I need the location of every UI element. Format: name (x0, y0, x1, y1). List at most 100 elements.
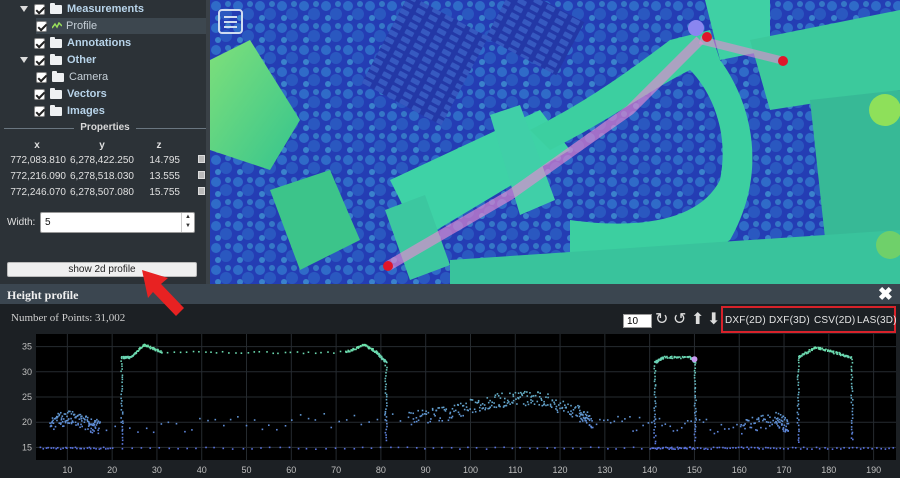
profile-point (768, 425, 771, 427)
profile-point (87, 421, 90, 423)
profile-point (140, 447, 143, 449)
profile-point (676, 446, 679, 449)
expand-arrow-icon[interactable] (20, 6, 28, 12)
profile-point (796, 376, 799, 378)
profile-point (266, 351, 268, 353)
profile-point-marker[interactable] (688, 20, 704, 36)
tree-item-profile[interactable]: Profile (36, 18, 206, 34)
profile-point-marker[interactable] (778, 56, 788, 66)
point-cloud-view[interactable] (210, 0, 900, 284)
profile-point (694, 364, 696, 366)
profile-point (442, 406, 445, 409)
profile-point (70, 413, 73, 415)
profile-point (485, 448, 488, 450)
profile-point (62, 447, 64, 450)
profile-point (696, 447, 699, 449)
export-las-3d-button[interactable]: LAS(3D) (857, 315, 897, 326)
profile-point (828, 350, 831, 352)
profile-point-marker[interactable] (702, 32, 712, 42)
profile-point (570, 410, 572, 412)
move-down-icon[interactable]: ⬇ (707, 311, 720, 329)
profile-point (506, 399, 509, 402)
lod-input[interactable] (623, 314, 652, 328)
tree-item-vectors[interactable]: Vectors (20, 86, 206, 102)
profile-point (297, 447, 300, 450)
close-icon[interactable]: ✖ (878, 284, 893, 304)
profile-point (797, 368, 800, 371)
profile-point (794, 447, 797, 449)
rotate-ccw-icon[interactable]: ↺ (673, 311, 686, 329)
profile-point (850, 422, 853, 424)
profile-point (599, 418, 601, 421)
profile-point (89, 447, 92, 450)
profile-point-marker[interactable] (383, 261, 393, 271)
profile-point (284, 424, 287, 427)
profile-point (56, 446, 59, 449)
profile-point (579, 447, 582, 450)
profile-point (457, 411, 460, 414)
profile-point (121, 374, 124, 377)
visibility-checkbox[interactable] (34, 54, 45, 66)
tree-item-camera[interactable]: Camera (36, 69, 206, 85)
width-input[interactable] (40, 212, 195, 233)
export-csv-2d-button[interactable]: CSV(2D) (814, 315, 855, 326)
rotate-cw-icon[interactable]: ↻ (655, 311, 668, 329)
copy-icon[interactable] (197, 186, 205, 195)
panel-header: Height profile ✖ (0, 284, 900, 304)
profile-point (756, 418, 758, 421)
profile-point (629, 416, 631, 418)
profile-point (66, 411, 69, 414)
profile-point (245, 424, 248, 427)
menu-button[interactable] (218, 9, 243, 34)
profile-point (477, 401, 480, 404)
profile-marker-point[interactable] (691, 356, 698, 363)
tree-item-other[interactable]: Other (20, 52, 206, 68)
profile-point (88, 424, 91, 426)
profile-point (177, 447, 179, 450)
profile-point (99, 447, 102, 450)
visibility-checkbox[interactable] (34, 105, 45, 117)
profile-point (562, 400, 565, 403)
profile-point (654, 405, 657, 408)
visibility-checkbox[interactable] (34, 88, 45, 100)
profile-point (68, 422, 71, 424)
copy-icon[interactable] (197, 154, 205, 163)
profile-point (850, 378, 853, 381)
profile-point (494, 446, 497, 449)
profile-point (533, 403, 536, 405)
profile-point (80, 447, 83, 450)
tree-item-images[interactable]: Images (20, 103, 206, 119)
profile-point (694, 430, 697, 433)
visibility-checkbox[interactable] (34, 3, 45, 15)
profile-point (665, 446, 667, 449)
export-dxf-2d-button[interactable]: DXF(2D) (725, 315, 766, 326)
visibility-checkbox[interactable] (36, 20, 47, 32)
tree-item-measurements[interactable]: Measurements (20, 1, 206, 17)
visibility-checkbox[interactable] (34, 37, 45, 49)
profile-point (522, 392, 525, 394)
profile-point (451, 407, 454, 410)
profile-point (72, 421, 74, 424)
profile-point (809, 350, 811, 353)
visibility-checkbox[interactable] (36, 71, 47, 83)
profile-point (776, 417, 779, 419)
profile-point (222, 447, 225, 450)
tree-item-annotations[interactable]: Annotations (20, 35, 206, 51)
profile-point (121, 381, 123, 384)
width-spinner[interactable]: ▲ ▼ (181, 213, 194, 232)
profile-point (503, 405, 506, 407)
expand-arrow-icon[interactable] (20, 57, 28, 63)
x-tick-label: 110 (508, 465, 522, 475)
profile-point (654, 370, 657, 372)
profile-point (58, 413, 61, 416)
profile-point (751, 416, 754, 419)
move-up-icon[interactable]: ⬆ (691, 311, 704, 329)
profile-point (93, 447, 95, 449)
copy-icon[interactable] (197, 170, 205, 179)
profile-point (590, 417, 592, 420)
profile-point (653, 367, 656, 370)
profile-point (408, 411, 410, 414)
height-profile-chart[interactable]: 15 20 25 30 35 10 20 30 40 50 60 70 80 90 100 110 120 130… (0, 334, 900, 478)
export-dxf-3d-button[interactable]: DXF(3D) (769, 315, 810, 326)
profile-point (121, 388, 124, 390)
